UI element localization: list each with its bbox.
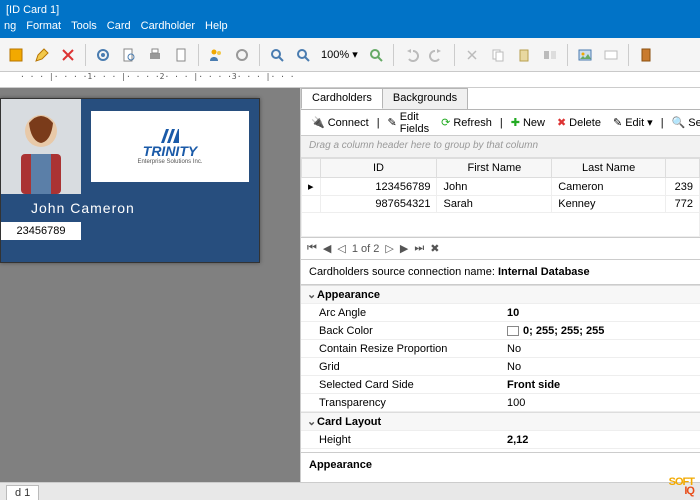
undo-icon[interactable] — [399, 43, 423, 67]
pager-stop-icon[interactable]: ✖ — [430, 242, 439, 255]
menu-item[interactable]: Format — [26, 20, 61, 38]
zoom-in-icon[interactable] — [265, 43, 289, 67]
flip-icon[interactable] — [538, 43, 562, 67]
card-id-field[interactable]: 23456789 — [1, 222, 81, 240]
table-row[interactable]: ▸ 123456789 John Cameron 239 — [302, 178, 700, 196]
source-name-row: Cardholders source connection name: Inte… — [301, 260, 700, 285]
pager-prevx-icon[interactable]: ◁ — [337, 242, 345, 255]
db-toolbar: 🔌Connect| ✎Edit Fields ⟳Refresh| ✚New ✖D… — [301, 110, 700, 136]
id-card[interactable]: TRINITY Enterprise Solutions Inc. John C… — [0, 98, 260, 263]
horizontal-ruler: · · · |· · · ·1· · · |· · · ·2· · · |· ·… — [0, 72, 700, 88]
copy-icon[interactable] — [486, 43, 510, 67]
print-icon[interactable] — [143, 43, 167, 67]
edit-button[interactable]: ✎Edit ▾ — [609, 114, 657, 131]
delete-button[interactable]: ✖Delete — [553, 114, 605, 131]
users-icon[interactable] — [204, 43, 228, 67]
exit-icon[interactable] — [634, 43, 658, 67]
pager-first-icon[interactable]: ⏮ — [307, 242, 317, 255]
logo-subtitle: Enterprise Solutions Inc. — [137, 159, 202, 165]
search-button[interactable]: 🔍Search — [668, 114, 700, 131]
pencil-icon[interactable] — [30, 43, 54, 67]
cut-icon[interactable] — [460, 43, 484, 67]
menu-item[interactable]: Card — [107, 20, 131, 38]
zoom-fit-icon[interactable] — [364, 43, 388, 67]
zoom-out-icon[interactable] — [291, 43, 315, 67]
group-by-area[interactable]: Drag a column header here to group by th… — [301, 136, 700, 158]
card-photo[interactable] — [1, 99, 81, 194]
pager-last-icon[interactable]: ⏭ — [414, 242, 424, 255]
right-panel: Cardholders Backgrounds 🔌Connect| ✎Edit … — [300, 88, 700, 482]
edit-fields-button[interactable]: ✎Edit Fields — [384, 109, 434, 137]
col-lastname[interactable]: Last Name — [552, 159, 666, 178]
logo-text: TRINITY — [143, 143, 197, 159]
card-name-field[interactable]: John Cameron — [1, 194, 259, 222]
menu-item[interactable]: Tools — [71, 20, 97, 38]
redo-icon[interactable] — [425, 43, 449, 67]
col-firstname[interactable]: First Name — [437, 159, 552, 178]
image-icon[interactable] — [573, 43, 597, 67]
pager-nextx-icon[interactable]: ▷ — [385, 242, 393, 255]
col-selector[interactable] — [302, 159, 321, 178]
pager-prev-icon[interactable]: ◀ — [323, 242, 331, 255]
delete-icon[interactable] — [56, 43, 80, 67]
card-icon[interactable] — [599, 43, 623, 67]
menu-item[interactable]: Help — [205, 20, 228, 38]
menu-item[interactable]: ng — [4, 20, 16, 38]
design-canvas[interactable]: TRINITY Enterprise Solutions Inc. John C… — [0, 88, 300, 482]
swirl-icon[interactable] — [230, 43, 254, 67]
refresh-button[interactable]: ⟳Refresh — [437, 114, 496, 131]
pager-next-icon[interactable]: ▶ — [400, 242, 408, 255]
panel-tabs: Cardholders Backgrounds — [301, 88, 700, 110]
new-button[interactable]: ✚New — [507, 114, 549, 131]
zoom-combo[interactable]: 100% ▾ — [317, 48, 362, 61]
gear-icon[interactable] — [91, 43, 115, 67]
menu-item[interactable]: Cardholder — [141, 20, 195, 38]
document-tab[interactable]: d 1 — [6, 485, 39, 500]
grid-pager[interactable]: ⏮ ◀ ◁ 1 of 2 ▷ ▶ ⏭ ✖ — [301, 238, 700, 260]
document-icon[interactable] — [169, 43, 193, 67]
cardholders-grid[interactable]: ID First Name Last Name ▸ 123456789 John… — [301, 158, 700, 238]
col-id[interactable]: ID — [320, 159, 437, 178]
menu-bar: ng Format Tools Card Cardholder Help — [0, 20, 700, 38]
paste-icon[interactable] — [512, 43, 536, 67]
tab-backgrounds[interactable]: Backgrounds — [382, 88, 468, 109]
tool-icon[interactable] — [4, 43, 28, 67]
col-ext[interactable] — [666, 159, 700, 178]
property-grid[interactable]: ⌄Appearance Arc Angle10 Back Color0; 255… — [301, 285, 700, 452]
watermark: SOFT IQ — [669, 478, 694, 496]
pager-text: 1 of 2 — [352, 243, 380, 255]
main-toolbar: 100% ▾ — [0, 38, 700, 72]
source-name-value: Internal Database — [498, 266, 590, 278]
connect-button[interactable]: 🔌Connect — [307, 114, 373, 131]
gear-doc-icon[interactable] — [117, 43, 141, 67]
title-bar: [ID Card 1] — [0, 0, 700, 20]
table-row[interactable]: 987654321 Sarah Kenney 772 — [302, 196, 700, 213]
property-description: Appearance — [301, 452, 700, 482]
status-bar: d 1 — [0, 482, 700, 500]
tab-cardholders[interactable]: Cardholders — [301, 88, 383, 109]
card-logo[interactable]: TRINITY Enterprise Solutions Inc. — [91, 111, 249, 182]
